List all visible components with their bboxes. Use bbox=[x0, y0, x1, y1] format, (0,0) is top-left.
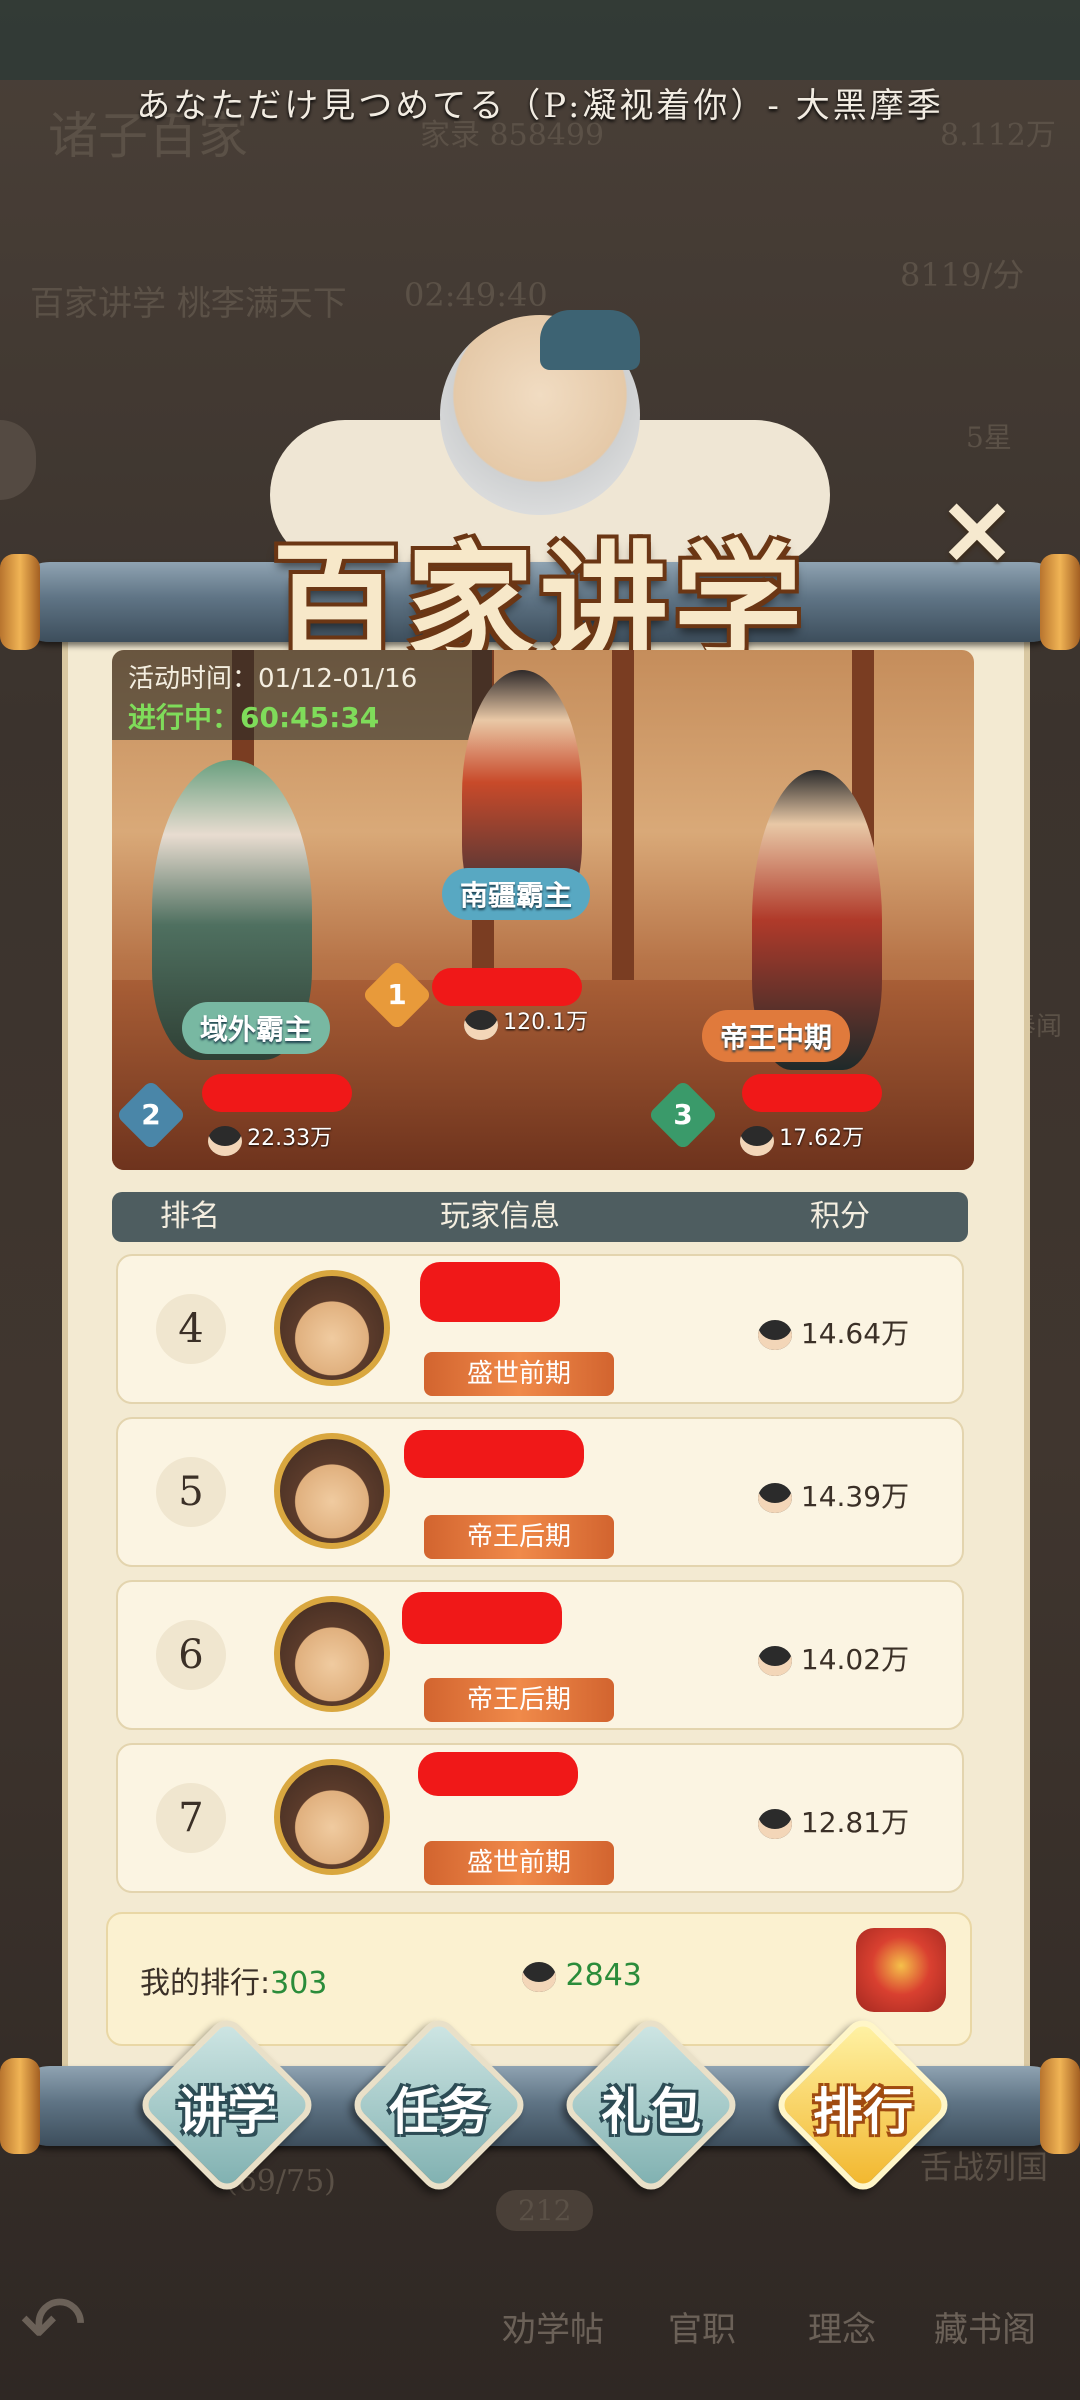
scroll-bottom-rod-end-left bbox=[0, 2058, 40, 2154]
bg-event-banner: 百家讲学 桃李满天下 bbox=[30, 284, 347, 324]
tab-ranking-label: 排行 bbox=[813, 2082, 913, 2141]
third-place-name-redacted bbox=[742, 1074, 882, 1112]
second-place-title: 域外霸主 bbox=[182, 1002, 331, 1054]
score-icon bbox=[758, 1809, 792, 1839]
podium-stage: 活动时间：01/12-01/16 进行中：60:45:34 南疆霸主 域外霸主 … bbox=[112, 650, 974, 1170]
player-stage-tag: 盛世前期 bbox=[424, 1352, 614, 1396]
first-place-rank-badge: 1 bbox=[361, 959, 433, 1031]
tab-lecture-label: 讲学 bbox=[177, 2082, 277, 2141]
score-icon bbox=[464, 1009, 498, 1040]
third-place-rank-badge: 3 bbox=[647, 1079, 719, 1151]
player-stage-tag: 盛世前期 bbox=[424, 1841, 614, 1885]
header-player-info: 玩家信息 bbox=[440, 1199, 560, 1234]
player-avatar[interactable] bbox=[274, 1596, 390, 1712]
player-name-redacted bbox=[402, 1592, 562, 1644]
bg-nav-item: 劝学帖 bbox=[502, 2310, 604, 2350]
bg-nav-item: 官职 bbox=[668, 2310, 736, 2350]
stage-pillar bbox=[612, 650, 634, 990]
player-name-redacted bbox=[404, 1430, 584, 1478]
first-place-score: 120.1万 bbox=[464, 1004, 588, 1040]
first-place-title: 南疆霸主 bbox=[442, 868, 591, 920]
background-top-bar bbox=[0, 0, 1080, 80]
score-icon bbox=[522, 1961, 556, 1992]
player-avatar[interactable] bbox=[274, 1270, 390, 1386]
player-avatar[interactable] bbox=[274, 1433, 390, 1549]
back-arrow-icon: ↶ bbox=[20, 2278, 88, 2371]
bg-side-badge: 5星 bbox=[966, 421, 1012, 454]
song-title-banner: あなただけ見つめてる（P:凝视着你）- 大黑摩季 bbox=[136, 86, 944, 126]
row-rank: 5 bbox=[156, 1457, 226, 1527]
row-score: 14.02万 bbox=[758, 1638, 909, 1678]
player-name-redacted bbox=[418, 1752, 578, 1796]
bg-nav-item: 理念 bbox=[808, 2310, 876, 2350]
bg-war-label: 舌战列国 bbox=[920, 2148, 1049, 2186]
second-place-rank-badge: 2 bbox=[115, 1079, 187, 1151]
sage-hat-decoration bbox=[540, 310, 640, 370]
player-avatar[interactable] bbox=[274, 1759, 390, 1875]
score-icon bbox=[758, 1483, 792, 1513]
player-name-redacted bbox=[420, 1262, 560, 1322]
header-score: 积分 bbox=[810, 1199, 870, 1234]
second-place-score: 22.33万 bbox=[208, 1120, 332, 1156]
activity-time: 活动时间：01/12-01/16 bbox=[128, 664, 418, 694]
bg-nav-item: 藏书阁 bbox=[934, 2310, 1036, 2350]
row-rank: 4 bbox=[156, 1294, 226, 1364]
close-icon: × bbox=[936, 473, 1018, 585]
score-icon bbox=[758, 1646, 792, 1676]
my-rank: 我的排行:303 bbox=[140, 1966, 328, 2001]
bg-level-badge: 212 bbox=[496, 2190, 594, 2231]
third-place-score: 17.62万 bbox=[740, 1120, 864, 1156]
row-score: 14.39万 bbox=[758, 1475, 909, 1515]
reward-chest-icon[interactable] bbox=[856, 1928, 946, 2012]
close-button[interactable]: × bbox=[932, 481, 1022, 577]
third-place-title: 帝王中期 bbox=[702, 1010, 851, 1062]
bg-event-timer: 02:49:40 bbox=[404, 276, 548, 314]
score-icon bbox=[758, 1320, 792, 1350]
score-icon bbox=[740, 1125, 774, 1156]
first-place-name-redacted bbox=[432, 968, 582, 1006]
score-icon bbox=[208, 1125, 242, 1156]
player-stage-tag: 帝王后期 bbox=[424, 1515, 614, 1559]
my-score: 2843 bbox=[522, 1958, 642, 1993]
second-place-name-redacted bbox=[202, 1074, 352, 1112]
header-rank: 排名 bbox=[160, 1199, 220, 1234]
row-score: 14.64万 bbox=[758, 1312, 909, 1352]
player-stage-tag: 帝王后期 bbox=[424, 1678, 614, 1722]
scroll-bottom-rod-end-right bbox=[1040, 2058, 1080, 2154]
tab-gift-pack-label: 礼包 bbox=[601, 2082, 701, 2141]
row-rank: 6 bbox=[156, 1620, 226, 1690]
tab-tasks-label: 任务 bbox=[389, 2082, 489, 2141]
activity-status: 进行中：60:45:34 bbox=[128, 701, 380, 734]
bg-rate: 8119/分 bbox=[900, 256, 1025, 294]
row-rank: 7 bbox=[156, 1783, 226, 1853]
row-score: 12.81万 bbox=[758, 1801, 909, 1841]
